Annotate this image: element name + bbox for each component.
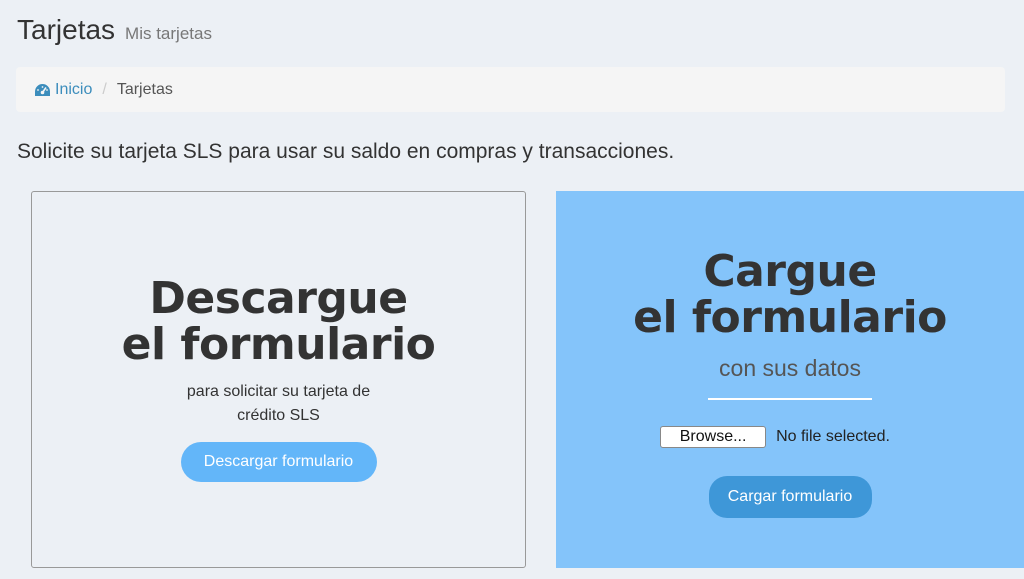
intro-text: Solicite su tarjeta SLS para usar su sal… [17, 140, 675, 163]
file-input: Browse... No file selected. [660, 426, 890, 448]
download-description-line2: crédito SLS [237, 407, 320, 424]
dashboard-icon [35, 83, 50, 96]
breadcrumb: Inicio / Tarjetas [16, 67, 1005, 112]
breadcrumb-separator: / [102, 80, 107, 98]
download-title-line2: el formulario [121, 319, 436, 370]
upload-title-line2: el formulario [633, 292, 947, 343]
breadcrumb-home-label: Inicio [55, 80, 93, 98]
upload-title-line1: Cargue [703, 246, 877, 297]
divider [708, 398, 872, 400]
download-description: para solicitar su tarjeta de crédito SLS [164, 380, 394, 428]
upload-card: Cargue el formulario con sus datos Brows… [556, 191, 1024, 568]
download-title: Descargue el formulario [122, 276, 436, 368]
download-description-line1: para solicitar su tarjeta de [186, 383, 371, 400]
upload-title: Cargue el formulario [633, 249, 947, 341]
page-title: Tarjetas [17, 14, 116, 45]
upload-subtitle: con sus datos [719, 355, 861, 381]
file-status: No file selected. [776, 428, 890, 445]
page-header: Tarjetas Mis tarjetas [17, 14, 212, 46]
download-card: Descargue el formulario para solicitar s… [31, 191, 526, 568]
download-form-button[interactable]: Descargar formulario [180, 442, 377, 482]
page-subtitle: Mis tarjetas [125, 24, 212, 43]
download-title-line1: Descargue [149, 273, 408, 324]
upload-form-button[interactable]: Cargar formulario [708, 476, 872, 518]
browse-button[interactable]: Browse... [660, 426, 767, 448]
breadcrumb-current: Tarjetas [116, 80, 173, 98]
breadcrumb-home-link[interactable]: Inicio [34, 81, 92, 99]
